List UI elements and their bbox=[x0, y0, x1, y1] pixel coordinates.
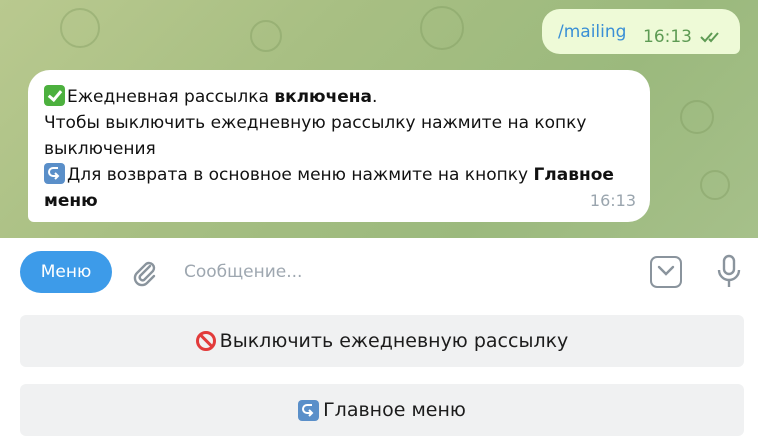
incoming-message-time: 16:13 bbox=[589, 191, 636, 210]
microphone-icon[interactable] bbox=[716, 254, 742, 290]
double-check-read-icon bbox=[700, 31, 719, 42]
prohibited-emoji bbox=[195, 331, 216, 351]
outgoing-message-time: 16:13 bbox=[643, 26, 692, 47]
message-input[interactable] bbox=[184, 258, 624, 286]
disable-mailing-button[interactable]: Выключить ежедневную рассылку bbox=[20, 315, 744, 367]
check-mark-button-emoji bbox=[44, 85, 65, 106]
message-line-return-cont: меню bbox=[44, 188, 634, 214]
paperclip-icon[interactable] bbox=[130, 258, 160, 288]
message-line-return: Для возврата в основное меню нажмите на … bbox=[44, 162, 634, 188]
outgoing-message-meta: 16:13 bbox=[643, 27, 726, 47]
return-arrow-icon bbox=[48, 167, 60, 180]
return-bold-text: Главное bbox=[533, 165, 614, 185]
status-bold-text: включена bbox=[274, 87, 373, 107]
return-arrow-icon bbox=[302, 403, 314, 417]
background-doodle bbox=[680, 100, 714, 134]
return-bold-text-cont: меню bbox=[44, 191, 98, 211]
chat-area: /mailing 16:13 Ежедневная рассылка включ… bbox=[0, 0, 758, 238]
status-prefix-text: Ежедневная рассылка bbox=[67, 87, 275, 107]
outgoing-message[interactable]: /mailing 16:13 bbox=[542, 9, 740, 54]
return-arrow-emoji bbox=[298, 399, 320, 421]
message-line-instruction-cont: выключения bbox=[44, 139, 156, 159]
disable-mailing-label: Выключить ежедневную рассылку bbox=[219, 330, 569, 352]
status-suffix-text: . bbox=[372, 87, 378, 107]
background-doodle bbox=[420, 6, 464, 50]
keyboard-toggle-icon[interactable] bbox=[650, 256, 682, 288]
incoming-message[interactable]: Ежедневная рассылка включена. Чтобы выкл… bbox=[28, 70, 650, 222]
main-menu-button[interactable]: Главное меню bbox=[20, 384, 744, 436]
reply-keyboard: Выключить ежедневную рассылку Главное ме… bbox=[0, 306, 758, 444]
outgoing-message-text[interactable]: /mailing bbox=[558, 22, 626, 42]
return-prefix-text: Для возврата в основное меню нажмите на … bbox=[67, 165, 534, 185]
message-line-status: Ежедневная рассылка включена. bbox=[44, 84, 634, 110]
background-doodle bbox=[60, 8, 100, 48]
return-arrow-emoji bbox=[44, 163, 65, 184]
message-input-bar: Меню bbox=[0, 238, 758, 306]
message-line-instruction: Чтобы выключить ежедневную рассылку нажм… bbox=[44, 113, 587, 133]
chevron-down-icon bbox=[657, 265, 675, 276]
main-menu-label: Главное меню bbox=[323, 399, 466, 421]
background-doodle bbox=[700, 170, 730, 200]
menu-button[interactable]: Меню bbox=[20, 251, 112, 293]
background-doodle bbox=[250, 20, 282, 52]
